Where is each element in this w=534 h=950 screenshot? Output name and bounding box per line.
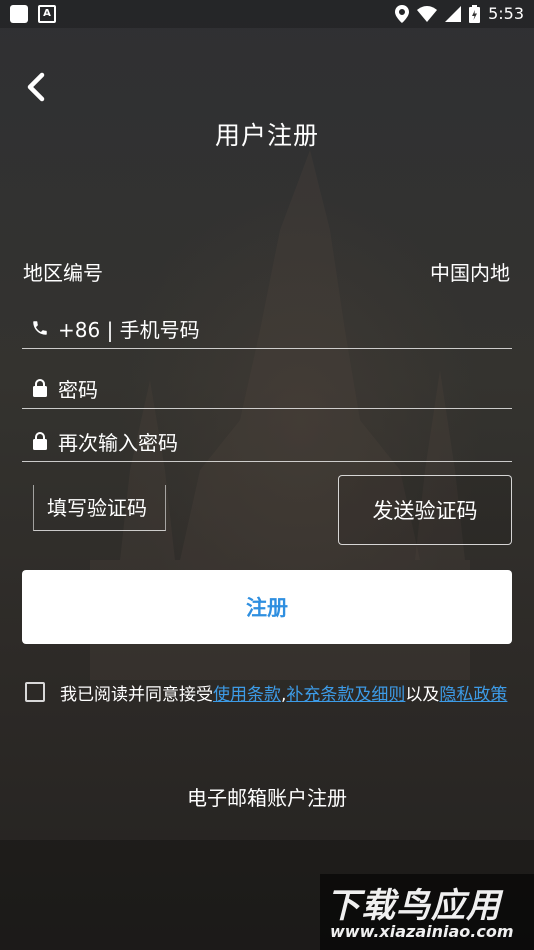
battery-icon	[469, 4, 481, 23]
back-button[interactable]	[22, 70, 52, 104]
confirm-password-input[interactable]: 再次输入密码	[58, 427, 178, 456]
privacy-policy-link[interactable]: 隐私政策	[439, 685, 507, 705]
app-icon	[10, 5, 28, 23]
region-selector[interactable]: 中国内地	[430, 257, 510, 286]
email-register-link[interactable]: 电子邮箱账户注册	[0, 782, 534, 811]
watermark-logo: 下载鸟应用 www.xiazainiao.com	[320, 874, 534, 950]
agreement-prefix: 我已阅读并同意接受	[60, 685, 213, 705]
verification-code-input[interactable]: 填写验证码	[33, 485, 166, 531]
status-bar: A 5:53	[0, 0, 534, 28]
agreement-checkbox[interactable]	[25, 682, 45, 702]
lock-icon	[30, 379, 50, 397]
phone-icon	[30, 319, 50, 337]
register-button[interactable]: 注册	[22, 570, 512, 644]
password-field[interactable]: 密码	[22, 368, 512, 409]
clock: 5:53	[488, 4, 524, 23]
chevron-left-icon	[27, 72, 45, 102]
phone-input[interactable]: +86 | 手机号码	[58, 314, 200, 343]
watermark-title: 下载鸟应用	[326, 886, 501, 926]
lock-icon	[30, 432, 50, 450]
location-icon	[395, 4, 410, 23]
terms-link[interactable]: 使用条款	[213, 685, 281, 705]
supplement-terms-link[interactable]: 补充条款及细则	[286, 685, 405, 705]
region-label: 地区编号	[23, 261, 103, 285]
agreement-and: 以及	[405, 685, 440, 705]
password-input[interactable]: 密码	[58, 374, 98, 403]
font-icon: A	[38, 5, 56, 23]
send-code-button[interactable]: 发送验证码	[338, 475, 512, 545]
watermark-url: www.xiazainiao.com	[330, 922, 514, 941]
agreement-text: 我已阅读并同意接受使用条款,补充条款及细则以及隐私政策	[60, 682, 518, 708]
signal-icon	[445, 5, 462, 22]
wifi-icon	[417, 5, 438, 22]
page-title: 用户注册	[214, 121, 319, 150]
phone-field[interactable]: +86 | 手机号码	[22, 308, 512, 349]
verification-code-placeholder: 填写验证码	[47, 496, 147, 520]
confirm-password-field[interactable]: 再次输入密码	[22, 421, 512, 462]
